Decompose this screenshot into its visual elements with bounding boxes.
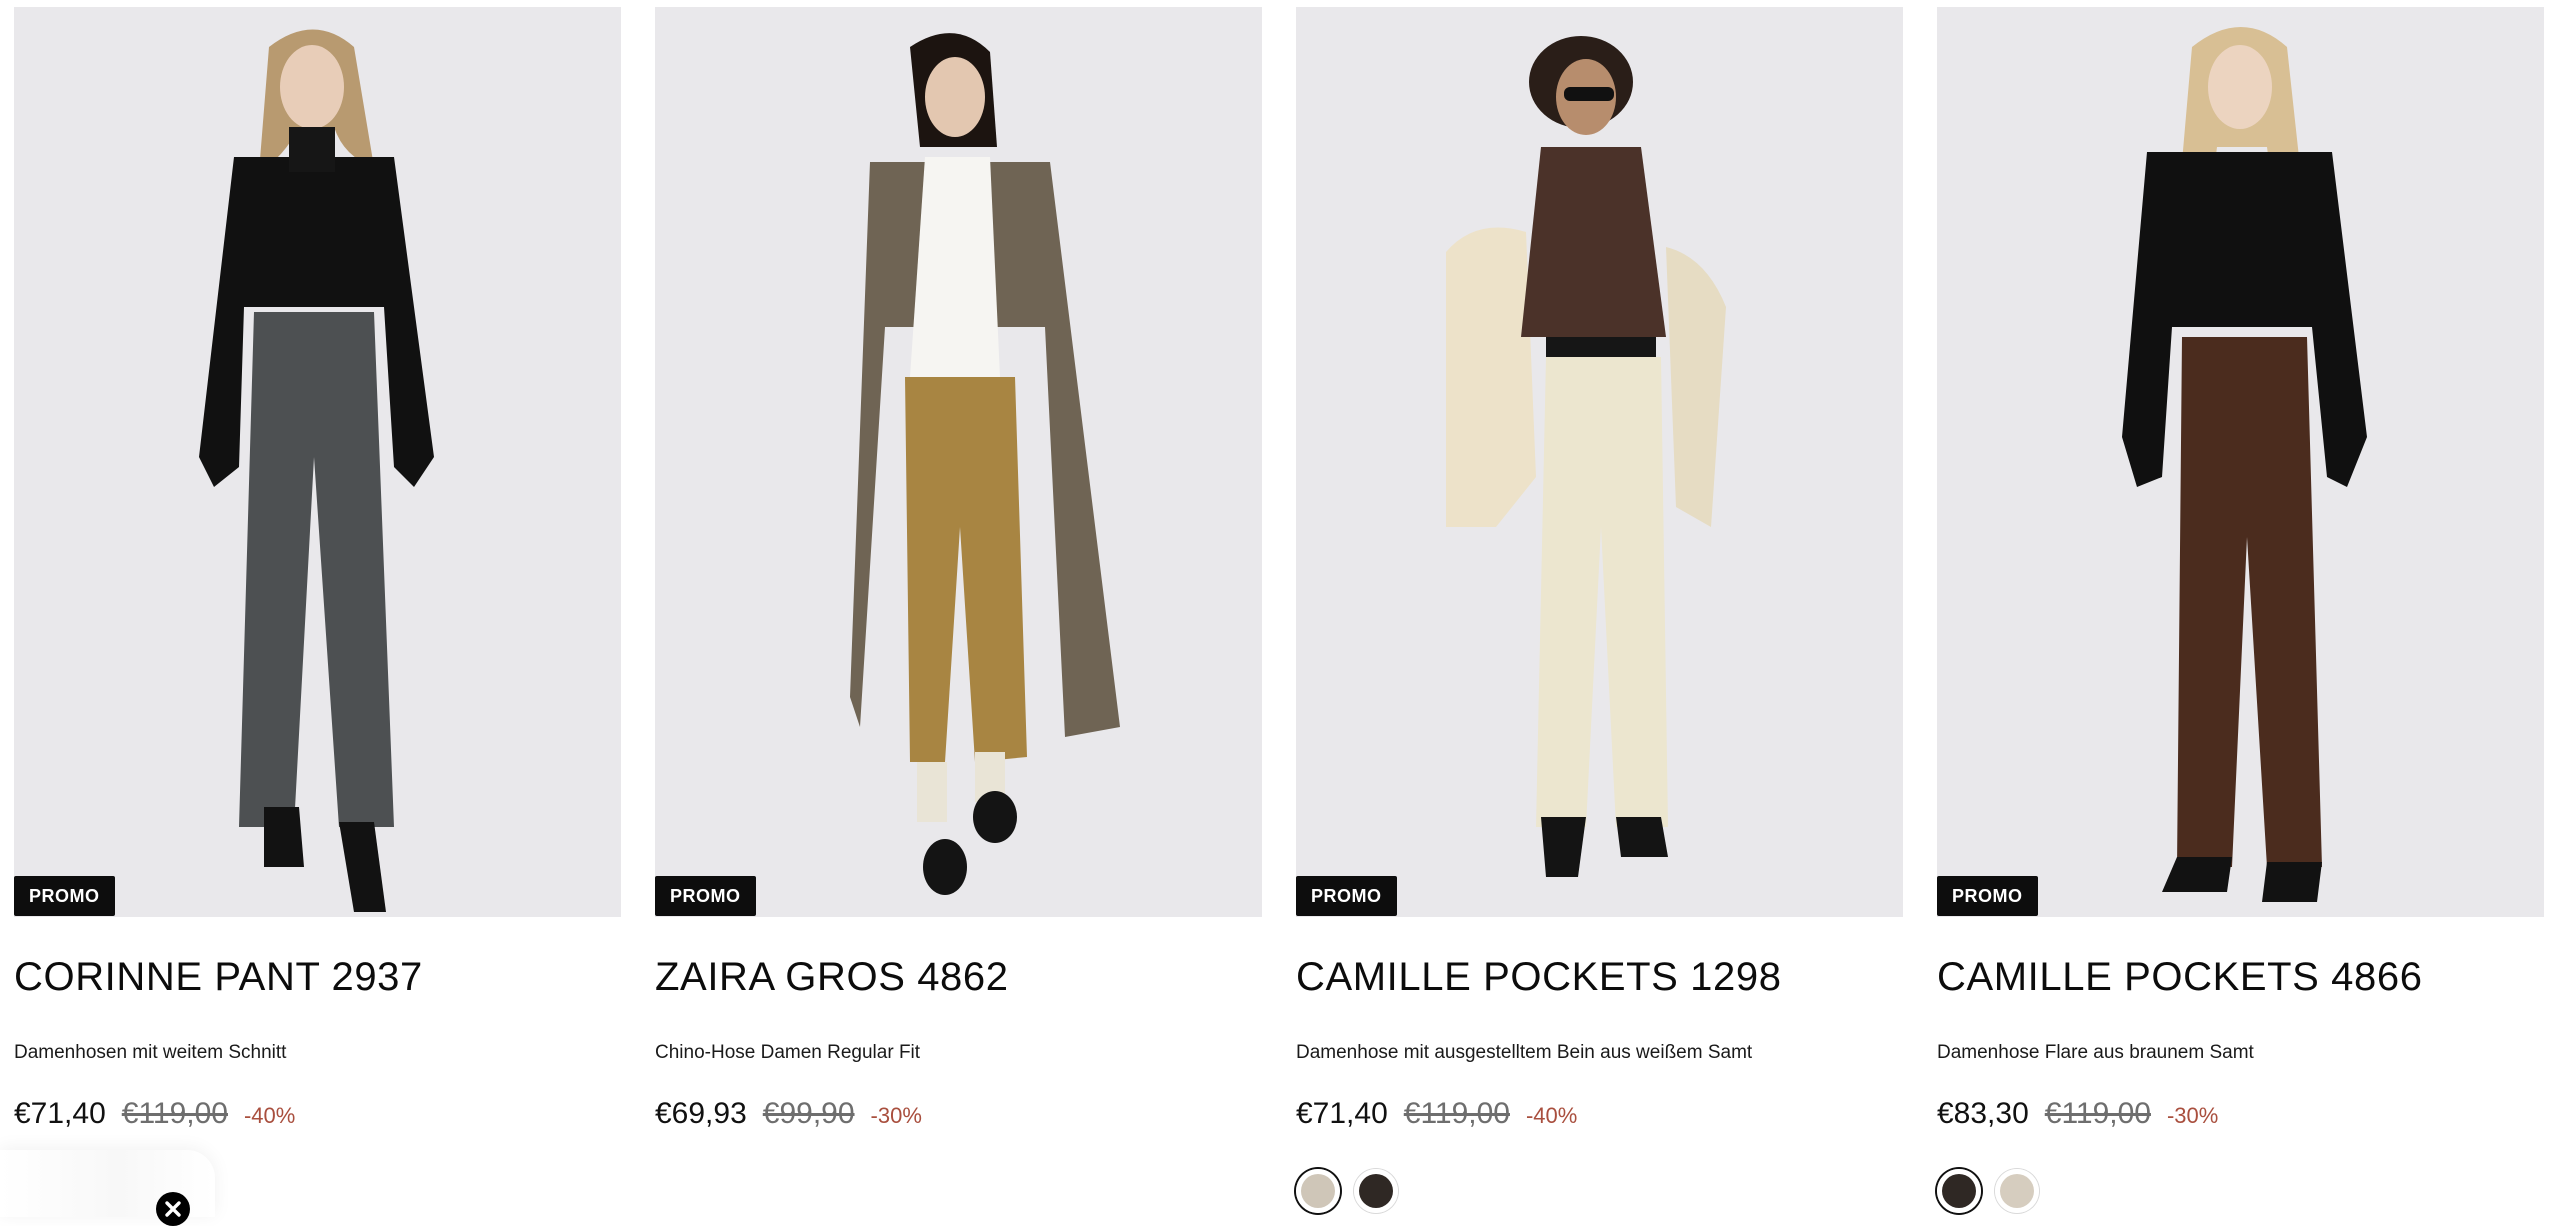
color-swatch[interactable] bbox=[1995, 1169, 2039, 1213]
product-title[interactable]: CORINNE PANT 2937 bbox=[14, 953, 621, 1001]
swatch-fill bbox=[2000, 1174, 2034, 1208]
product-card[interactable]: PROMO CORINNE PANT 2937 Damenhosen mit w… bbox=[14, 7, 621, 1217]
color-swatch[interactable] bbox=[1296, 1169, 1340, 1213]
price-discount: -40% bbox=[1525, 1103, 1578, 1128]
product-card[interactable]: PROMO ZAIRA GROS 4862 Chino-Hose Damen R… bbox=[655, 7, 1262, 1217]
product-photo-zaira bbox=[655, 7, 1262, 917]
product-image[interactable]: PROMO bbox=[655, 7, 1262, 917]
price-old: €119,00 bbox=[2044, 1097, 2151, 1130]
product-photo-camille-white bbox=[1296, 7, 1903, 917]
price-row: €71,40 €119,00 -40% bbox=[1296, 1097, 1903, 1137]
product-title[interactable]: CAMILLE POCKETS 1298 bbox=[1296, 953, 1903, 1001]
price-row: €71,40 €119,00 -40% bbox=[14, 1097, 621, 1137]
product-grid: PROMO CORINNE PANT 2937 Damenhosen mit w… bbox=[14, 7, 2546, 1217]
product-image[interactable]: PROMO bbox=[1296, 7, 1903, 917]
promo-badge: PROMO bbox=[655, 876, 756, 916]
close-button[interactable] bbox=[156, 1192, 190, 1226]
product-title[interactable]: ZAIRA GROS 4862 bbox=[655, 953, 1262, 1001]
price-discount: -30% bbox=[870, 1103, 922, 1128]
promo-badge: PROMO bbox=[1296, 876, 1397, 916]
price-current: €71,40 bbox=[14, 1097, 106, 1130]
swatch-fill bbox=[1942, 1174, 1976, 1208]
price-current: €71,40 bbox=[1296, 1097, 1388, 1130]
price-current: €69,93 bbox=[655, 1097, 747, 1130]
product-subtitle: Chino-Hose Damen Regular Fit bbox=[655, 1042, 921, 1063]
product-image[interactable]: PROMO bbox=[1937, 7, 2544, 917]
product-subtitle: Damenhosen mit weitem Schnitt bbox=[14, 1042, 287, 1063]
swatch-fill bbox=[1301, 1174, 1335, 1208]
product-photo-camille-brown bbox=[1937, 7, 2544, 917]
price-old: €119,00 bbox=[1403, 1097, 1510, 1130]
product-photo-corinne bbox=[14, 7, 621, 917]
price-old: €99,90 bbox=[762, 1097, 855, 1130]
color-swatch[interactable] bbox=[1937, 1169, 1981, 1213]
promo-badge: PROMO bbox=[1937, 876, 2038, 916]
price-row: €69,93 €99,90 -30% bbox=[655, 1097, 1262, 1137]
price-discount: -30% bbox=[2166, 1103, 2219, 1128]
color-swatches bbox=[1296, 1169, 1903, 1217]
product-subtitle: Damenhose Flare aus braunem Samt bbox=[1937, 1042, 2254, 1063]
price-old: €119,00 bbox=[121, 1097, 228, 1130]
color-swatches bbox=[1937, 1169, 2544, 1217]
price-current: €83,30 bbox=[1937, 1097, 2029, 1130]
product-image[interactable]: PROMO bbox=[14, 7, 621, 917]
product-card[interactable]: PROMO CAMILLE POCKETS 1298 Damenhose mit… bbox=[1296, 7, 1903, 1217]
price-row: €83,30 €119,00 -30% bbox=[1937, 1097, 2544, 1137]
price-discount: -40% bbox=[243, 1103, 296, 1128]
close-icon bbox=[165, 1201, 181, 1217]
color-swatch[interactable] bbox=[1354, 1169, 1398, 1213]
swatch-fill bbox=[1359, 1174, 1393, 1208]
product-card[interactable]: PROMO CAMILLE POCKETS 4866 Damenhose Fla… bbox=[1937, 7, 2544, 1217]
product-subtitle: Damenhose mit ausgestelltem Bein aus wei… bbox=[1296, 1042, 1753, 1063]
promo-badge: PROMO bbox=[14, 876, 115, 916]
product-title[interactable]: CAMILLE POCKETS 4866 bbox=[1937, 953, 2544, 1001]
